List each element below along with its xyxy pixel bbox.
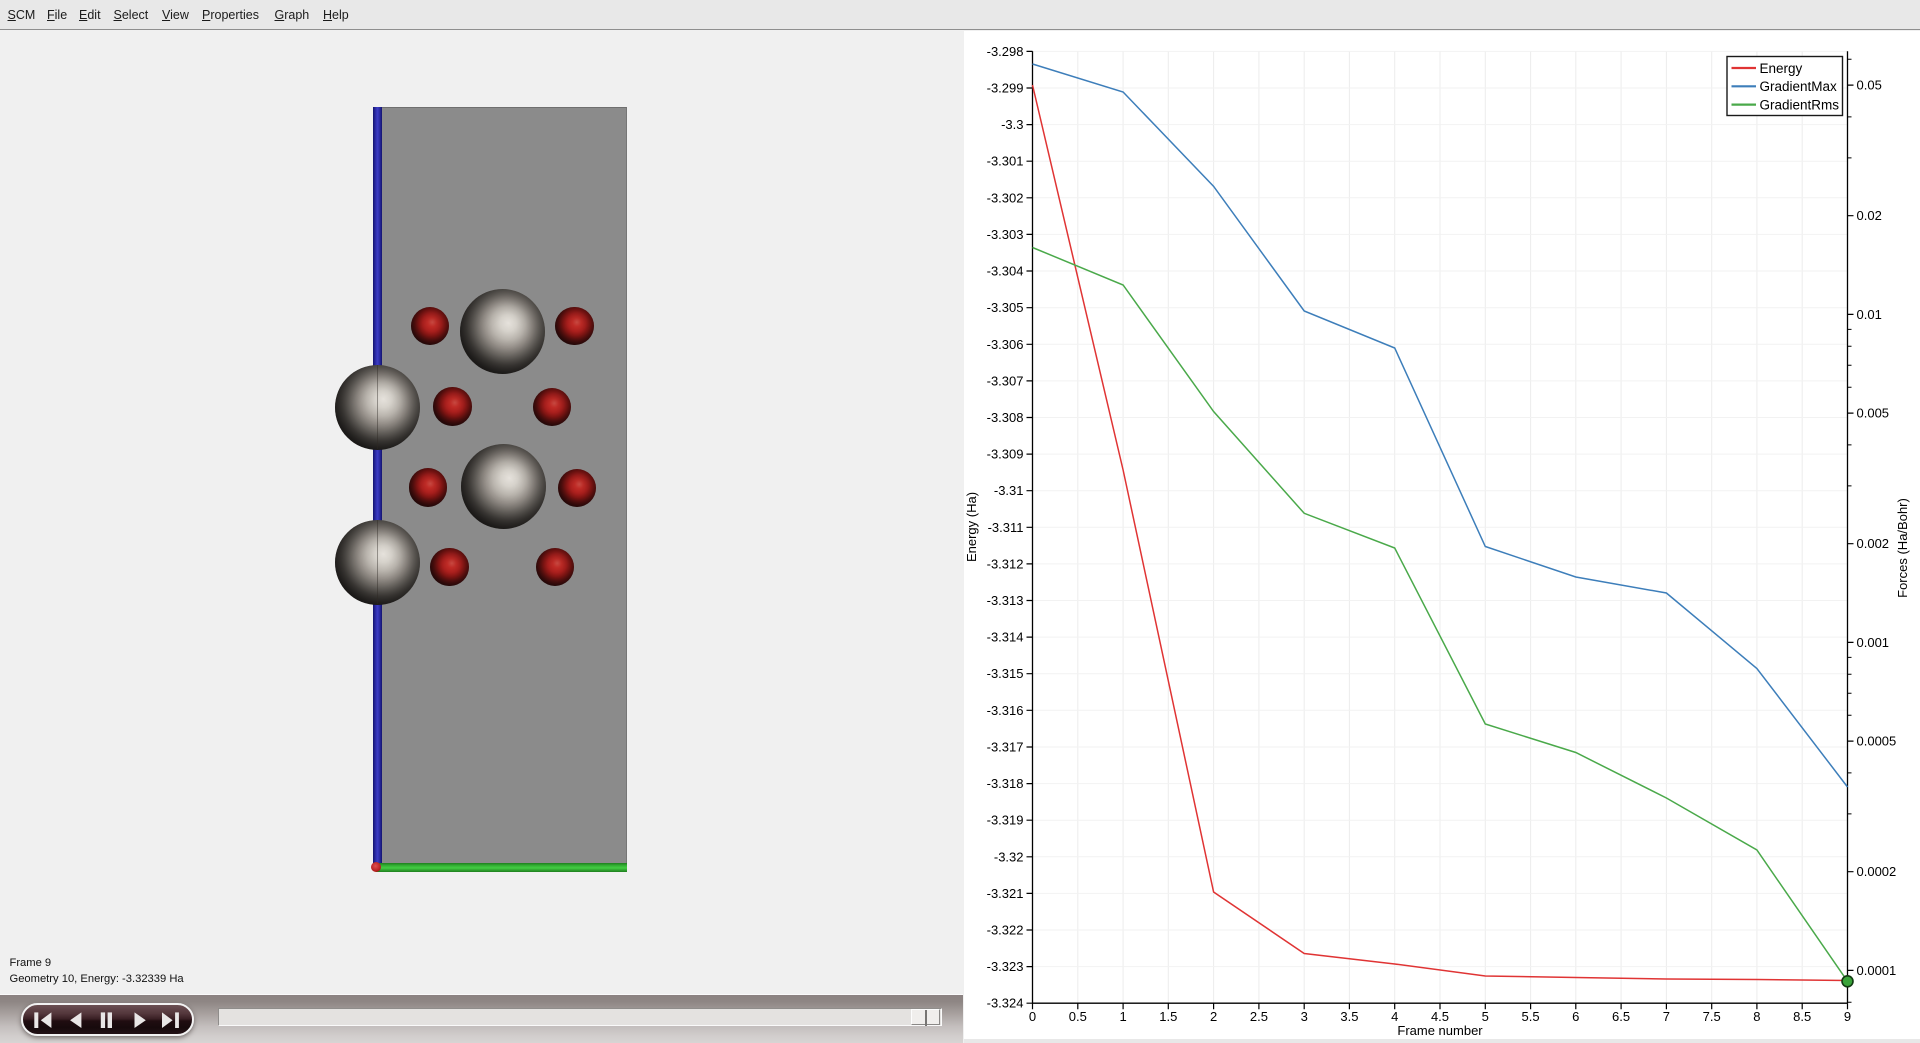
svg-text:7.5: 7.5 (1703, 1009, 1721, 1024)
svg-text:-3.31: -3.31 (994, 483, 1024, 498)
svg-text:-3.318: -3.318 (987, 776, 1024, 791)
svg-text:-3.316: -3.316 (987, 703, 1024, 718)
svg-text:8.5: 8.5 (1793, 1009, 1811, 1024)
svg-text:1: 1 (1119, 1009, 1126, 1024)
svg-text:-3.32: -3.32 (994, 849, 1024, 864)
svg-text:-3.307: -3.307 (987, 373, 1024, 388)
svg-text:0.02: 0.02 (1857, 208, 1882, 223)
svg-text:-3.323: -3.323 (987, 959, 1024, 974)
svg-text:Energy: Energy (1760, 61, 1803, 76)
svg-text:GradientMax: GradientMax (1760, 79, 1838, 94)
svg-text:-3.315: -3.315 (987, 666, 1024, 681)
svg-text:-3.3: -3.3 (1001, 117, 1023, 132)
svg-text:6.5: 6.5 (1612, 1009, 1630, 1024)
svg-text:2: 2 (1210, 1009, 1217, 1024)
svg-text:0.01: 0.01 (1857, 307, 1882, 322)
svg-text:0.002: 0.002 (1857, 536, 1890, 551)
svg-text:-3.303: -3.303 (987, 227, 1024, 242)
svg-text:-3.298: -3.298 (987, 44, 1024, 59)
svg-text:2.5: 2.5 (1250, 1009, 1268, 1024)
svg-text:9: 9 (1844, 1009, 1851, 1024)
svg-text:-3.311: -3.311 (988, 520, 1024, 535)
svg-text:5.5: 5.5 (1522, 1009, 1540, 1024)
svg-text:-3.299: -3.299 (987, 81, 1024, 96)
svg-text:-3.313: -3.313 (987, 593, 1024, 608)
svg-text:0.005: 0.005 (1857, 406, 1890, 421)
svg-text:0.05: 0.05 (1857, 78, 1882, 93)
svg-text:5: 5 (1482, 1009, 1489, 1024)
svg-text:0.0005: 0.0005 (1857, 734, 1897, 749)
svg-text:-3.319: -3.319 (987, 813, 1024, 828)
svg-text:0.001: 0.001 (1857, 635, 1890, 650)
svg-text:0.0002: 0.0002 (1857, 864, 1897, 879)
svg-text:Frame number: Frame number (1397, 1023, 1483, 1038)
svg-text:-3.309: -3.309 (987, 447, 1024, 462)
svg-text:3.5: 3.5 (1340, 1009, 1358, 1024)
svg-text:-3.322: -3.322 (987, 923, 1024, 938)
svg-text:-3.308: -3.308 (987, 410, 1024, 425)
svg-text:-3.304: -3.304 (987, 264, 1024, 279)
svg-text:-3.317: -3.317 (987, 740, 1024, 755)
svg-text:-3.312: -3.312 (987, 556, 1024, 571)
svg-text:8: 8 (1753, 1009, 1760, 1024)
svg-text:GradientRms: GradientRms (1760, 97, 1840, 112)
svg-text:-3.306: -3.306 (987, 337, 1024, 352)
svg-text:-3.301: -3.301 (987, 154, 1024, 169)
svg-text:-3.321: -3.321 (987, 886, 1024, 901)
svg-text:-3.314: -3.314 (987, 630, 1024, 645)
svg-text:-3.305: -3.305 (987, 300, 1024, 315)
svg-text:0: 0 (1029, 1009, 1036, 1024)
svg-text:7: 7 (1663, 1009, 1670, 1024)
svg-text:3: 3 (1301, 1009, 1308, 1024)
svg-text:0.0001: 0.0001 (1857, 963, 1897, 978)
svg-text:4.5: 4.5 (1431, 1009, 1449, 1024)
svg-text:-3.302: -3.302 (987, 190, 1024, 205)
svg-text:4: 4 (1391, 1009, 1398, 1024)
svg-text:1.5: 1.5 (1159, 1009, 1177, 1024)
svg-text:Energy (Ha): Energy (Ha) (964, 492, 979, 562)
svg-text:0.5: 0.5 (1069, 1009, 1087, 1024)
svg-text:6: 6 (1572, 1009, 1579, 1024)
svg-text:-3.324: -3.324 (987, 996, 1024, 1011)
svg-text:Forces (Ha/Bohr): Forces (Ha/Bohr) (1895, 498, 1910, 598)
